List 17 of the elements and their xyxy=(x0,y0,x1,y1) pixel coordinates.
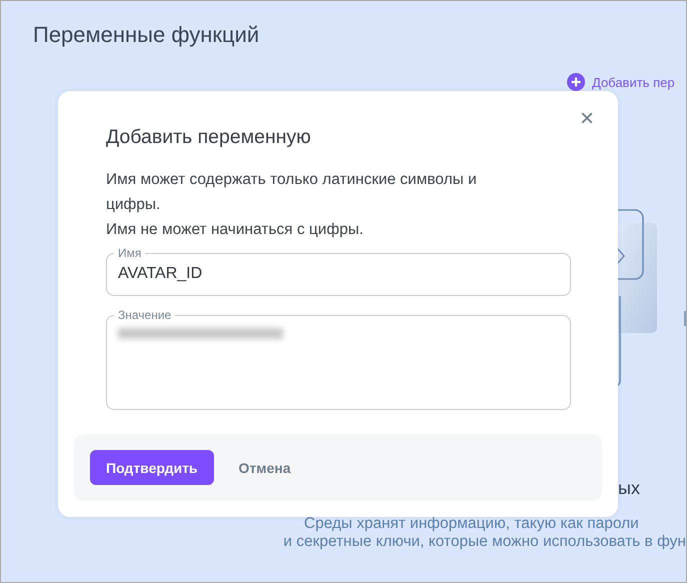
input-field[interactable]: Имя AVATAR_ID xyxy=(106,246,571,296)
empty-heading: ых xyxy=(618,478,640,499)
add-variable-link[interactable]: Добавить пер xyxy=(567,73,675,91)
field-label: Значение xyxy=(117,308,172,322)
empty-description: и секретные ключи, которые можно использовать в фун xyxy=(283,533,686,551)
field-value: AVATAR_ID xyxy=(118,265,204,283)
confirm-button[interactable]: Подтвердить xyxy=(90,450,214,485)
scroll-mark xyxy=(684,311,686,326)
hint-text: Имя не может начинаться с цифры. xyxy=(106,220,364,240)
dialog-title: Добавить переменную xyxy=(106,126,311,149)
cancel-button[interactable]: Отмена xyxy=(222,460,308,476)
close-button[interactable]: × xyxy=(572,107,602,131)
text-area[interactable]: Значение xyxy=(106,308,571,410)
hint-text: Имя может содержать только латинские символы и цифры. xyxy=(106,170,478,215)
page-title: Переменные функций xyxy=(33,22,260,48)
field-label: Имя xyxy=(117,246,142,260)
empty-description: Среды хранят информацию, такую как пароли xyxy=(304,515,639,533)
